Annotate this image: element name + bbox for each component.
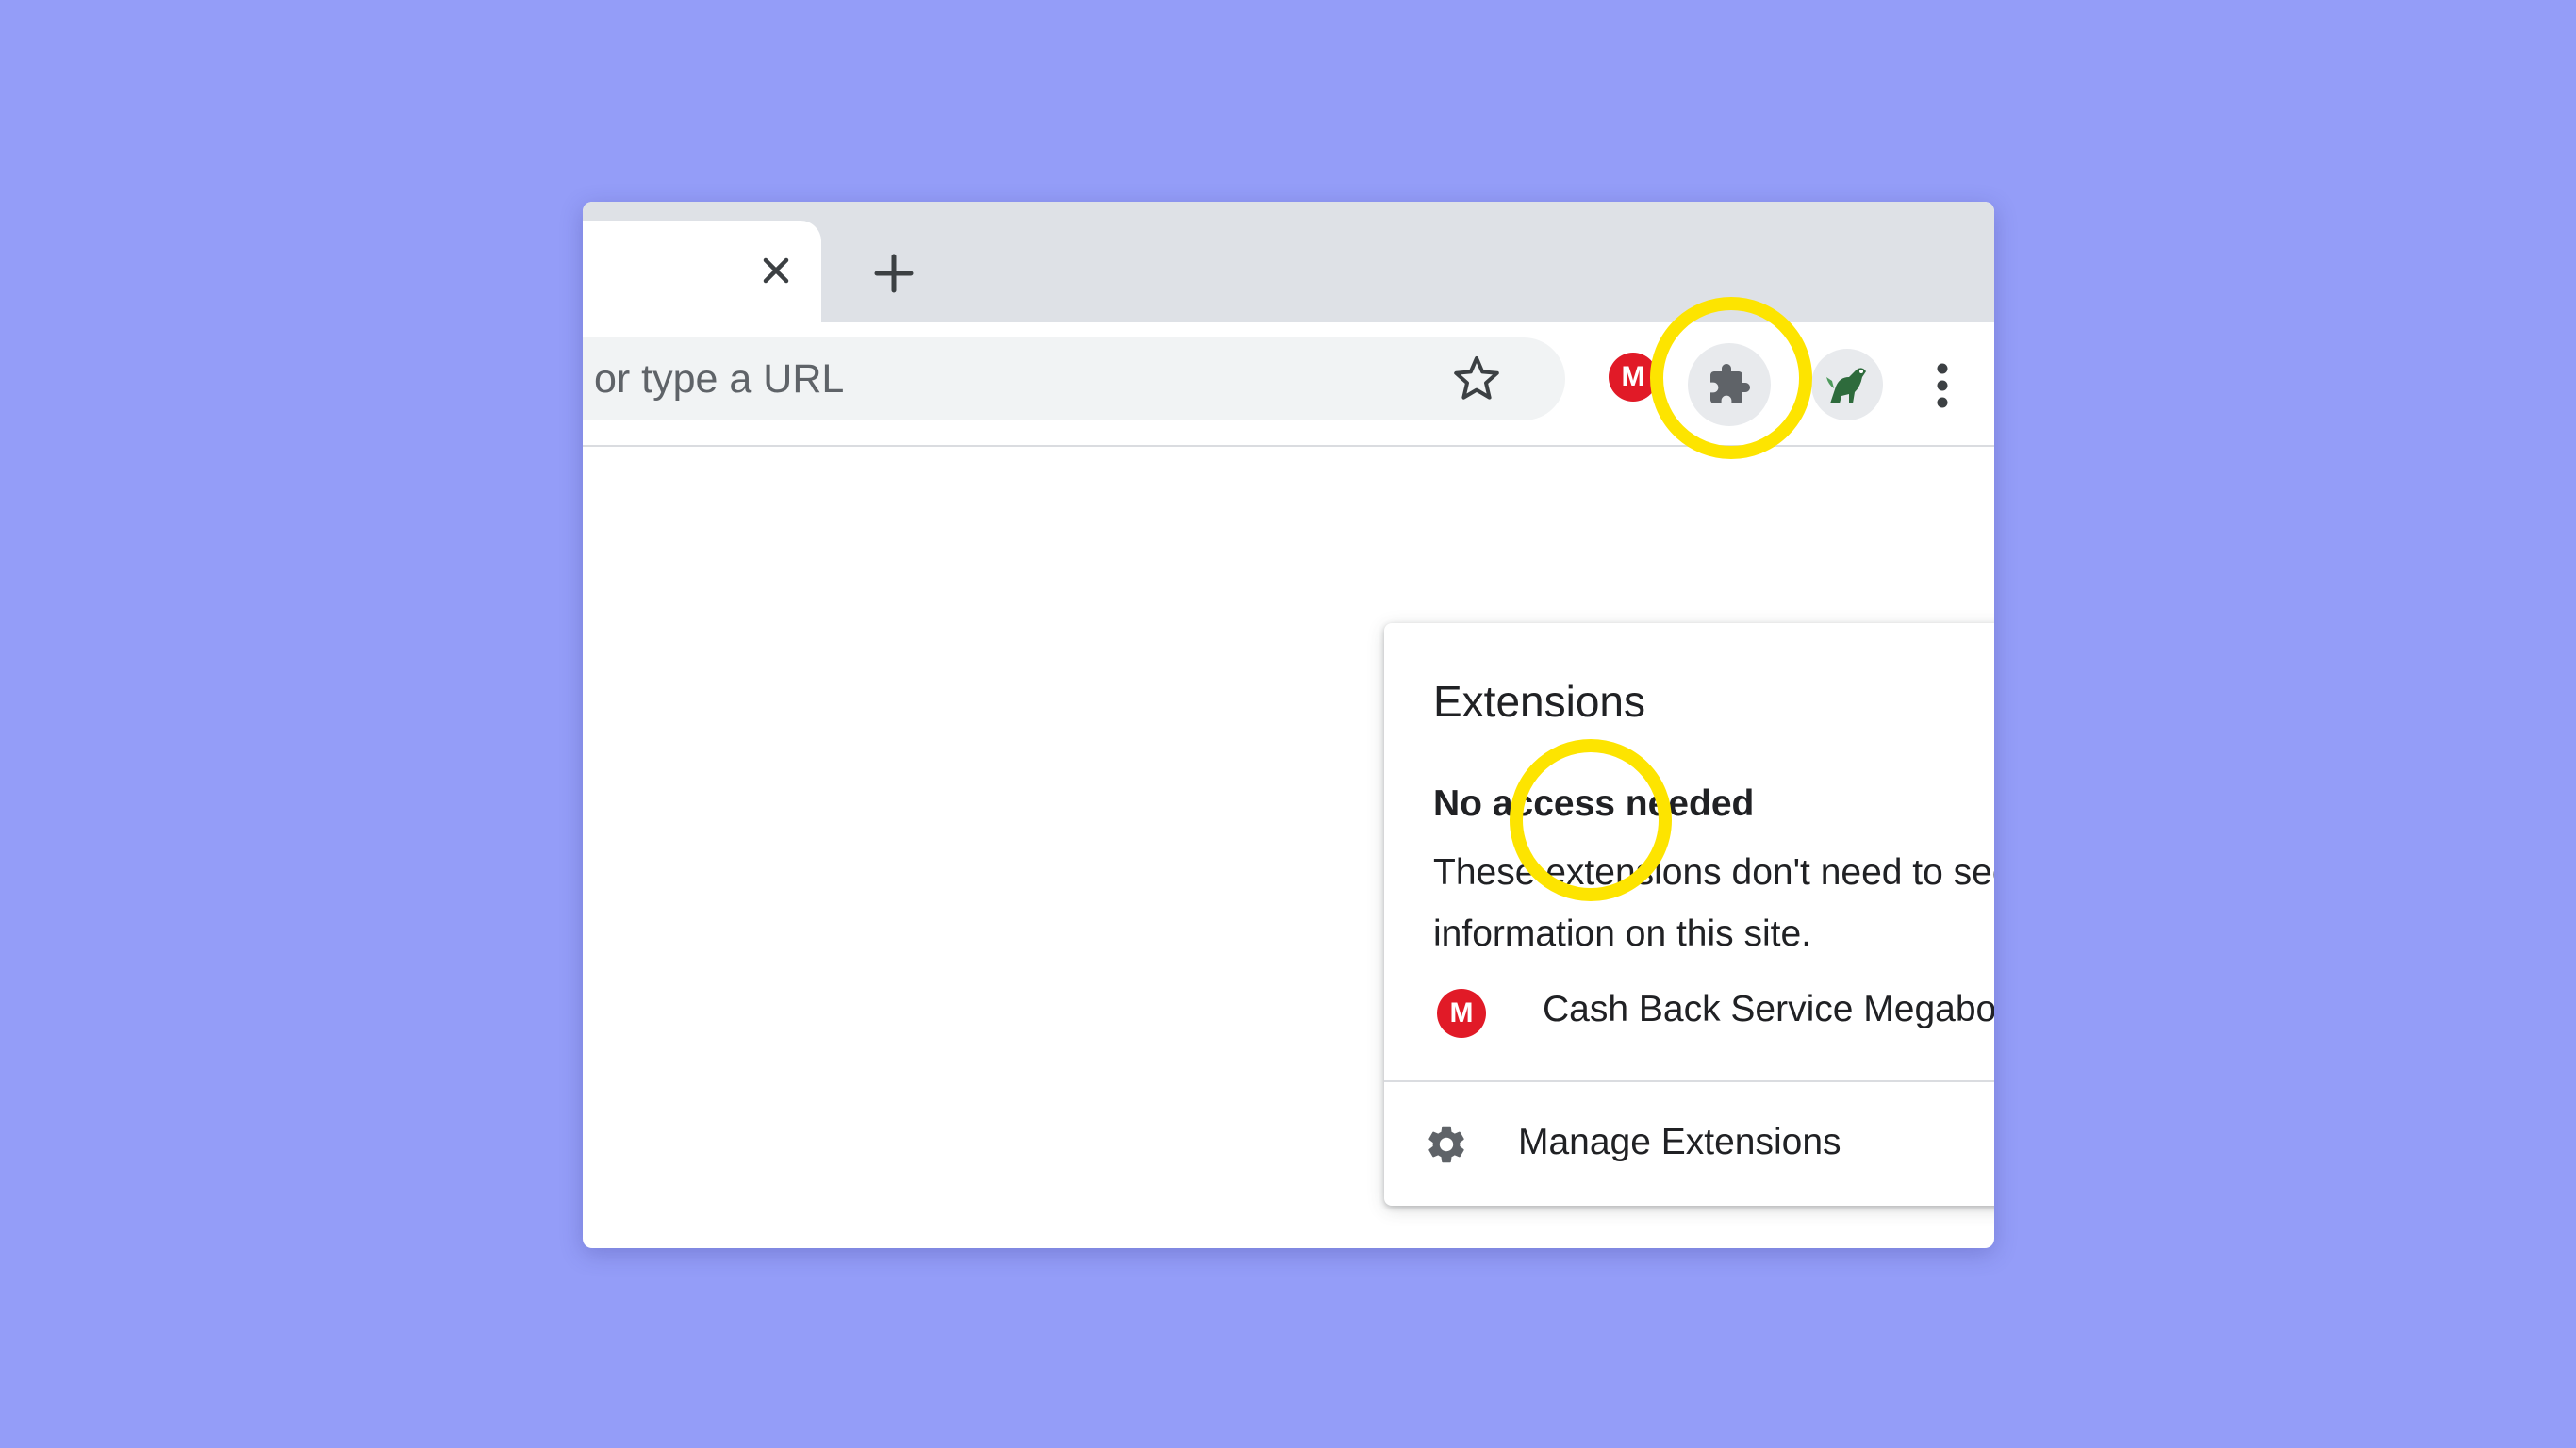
extension-icon: M xyxy=(1437,989,1486,1038)
star-outline-icon xyxy=(1454,356,1499,400)
tab-strip xyxy=(583,202,1994,322)
tab-close-button[interactable] xyxy=(752,247,800,294)
extensions-popup: Extensions No access needed These extens… xyxy=(1384,623,1994,1206)
kebab-icon xyxy=(1937,363,1948,408)
new-tab-button[interactable] xyxy=(866,245,922,302)
close-icon xyxy=(763,257,789,284)
browser-menu-button[interactable] xyxy=(1914,353,1971,419)
section-description: These extensions don't need to see and c… xyxy=(1433,852,1994,954)
browser-window: or type a URL M Extensions No access nee… xyxy=(583,202,1994,1248)
dinosaur-avatar-icon xyxy=(1826,368,1866,403)
plus-icon xyxy=(874,254,914,293)
megabonus-extension-button[interactable]: M xyxy=(1609,353,1661,405)
toolbar: or type a URL M xyxy=(583,322,1994,447)
address-bar[interactable]: or type a URL xyxy=(583,337,1565,420)
extensions-menu-button[interactable] xyxy=(1688,343,1771,426)
section-heading: No access needed xyxy=(1433,783,1755,824)
popup-title: Extensions xyxy=(1433,677,1646,726)
manage-extensions-item[interactable]: Manage Extensions xyxy=(1384,1082,1994,1206)
bookmark-button[interactable] xyxy=(1450,353,1503,405)
extension-list-item: M Cash Back Service Megabonus xyxy=(1384,953,1994,1076)
manage-extensions-label: Manage Extensions xyxy=(1518,1122,1841,1162)
extension-name[interactable]: Cash Back Service Megabonus xyxy=(1543,989,1994,1030)
profile-avatar-button[interactable] xyxy=(1811,349,1883,420)
gear-icon xyxy=(1428,1126,1464,1163)
address-bar-placeholder: or type a URL xyxy=(594,356,845,402)
puzzle-icon xyxy=(1710,364,1750,403)
megabonus-badge-icon: M xyxy=(1437,989,1486,1038)
megabonus-badge-icon: M xyxy=(1609,353,1658,402)
active-tab[interactable] xyxy=(583,221,821,322)
